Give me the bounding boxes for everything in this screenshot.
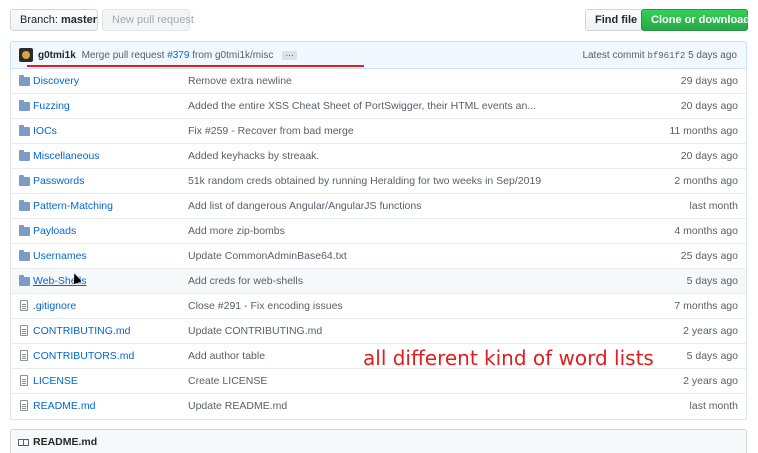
file-name-link[interactable]: CONTRIBUTING.md xyxy=(33,325,130,337)
commit-age: 5 days ago xyxy=(686,350,738,362)
commit-age: 2 years ago xyxy=(683,375,738,387)
commit-message-link[interactable]: 51k random creds obtained by running Her… xyxy=(188,175,541,187)
latest-commit-label: Latest commit xyxy=(582,50,645,61)
table-row[interactable]: CONTRIBUTING.md Update CONTRIBUTING.md 2 y… xyxy=(11,319,746,344)
file-icon xyxy=(20,400,28,411)
commit-message-link[interactable]: Create LICENSE xyxy=(188,375,267,387)
commit-age: 29 days ago xyxy=(680,75,738,87)
expand-commit-message-button[interactable]: … xyxy=(282,48,298,60)
clone-label: Clone or download xyxy=(651,14,750,26)
table-row[interactable]: Discovery Remove extra newline 29 days ago xyxy=(11,69,746,94)
commit-message-suffix: from g0tmi1k/misc xyxy=(192,50,274,61)
commit-age: 25 days ago xyxy=(680,250,738,262)
file-icon xyxy=(20,350,28,361)
book-icon xyxy=(18,439,29,446)
commit-message-link[interactable]: Added keyhacks by streaak. xyxy=(188,150,319,162)
avatar[interactable] xyxy=(19,48,33,62)
commit-message-link[interactable]: Fix #259 - Recover from bad merge xyxy=(188,125,354,137)
commit-age: 11 months ago xyxy=(669,125,738,137)
folder-icon xyxy=(19,100,30,111)
table-row[interactable]: README.md Update README.md last month xyxy=(11,394,746,419)
table-row[interactable]: Payloads Add more zip-bombs 4 months ago xyxy=(11,219,746,244)
annotation-underline xyxy=(27,65,364,67)
commit-age: 2 years ago xyxy=(683,325,738,337)
readme-header: README.md xyxy=(10,429,747,453)
readme-title: README.md xyxy=(33,436,98,448)
commit-message-link[interactable]: Update CommonAdminBase64.txt xyxy=(188,250,347,262)
file-name-link[interactable]: Payloads xyxy=(33,225,76,237)
commit-message-prefix: Merge pull request xyxy=(81,50,165,61)
latest-commit-info: Latest commit bf961f2 5 days ago xyxy=(582,50,737,61)
clone-or-download-button[interactable]: Clone or download ▾ xyxy=(641,9,758,31)
table-row[interactable]: Pattern-Matching Add list of dangerous An… xyxy=(11,194,746,219)
file-icon xyxy=(20,300,28,311)
commit-age: 20 days ago xyxy=(680,150,738,162)
commit-age: 2 months ago xyxy=(674,175,738,187)
file-name-link[interactable]: .gitignore xyxy=(33,300,76,312)
table-row[interactable]: LICENSE Create LICENSE 2 years ago xyxy=(11,369,746,394)
commit-summary: g0tmi1k Merge pull request #379 from g0t… xyxy=(38,48,298,61)
table-row[interactable]: Passwords 51k random creds obtained by ru… xyxy=(11,169,746,194)
commit-message-link[interactable]: Add author table xyxy=(188,350,265,362)
commit-age: 5 days ago xyxy=(688,50,737,61)
file-name-link[interactable]: Usernames xyxy=(33,250,87,262)
file-name-link[interactable]: Discovery xyxy=(33,75,79,87)
new-pull-request-button[interactable]: New pull request xyxy=(102,9,194,31)
table-row[interactable]: Web-Shells Add creds for web-shells 5 days… xyxy=(11,269,746,294)
folder-icon xyxy=(19,75,30,86)
folder-icon xyxy=(19,275,30,286)
folder-icon xyxy=(19,225,30,236)
commit-message-link[interactable]: Remove extra newline xyxy=(188,75,292,87)
table-row[interactable]: Miscellaneous Added keyhacks by streaak. 2… xyxy=(11,144,746,169)
find-file-button[interactable]: Find file xyxy=(585,9,643,31)
file-name-link[interactable]: IOCs xyxy=(33,125,57,137)
commit-message-link[interactable]: Update CONTRIBUTING.md xyxy=(188,325,322,337)
commit-message-link[interactable]: Add list of dangerous Angular/AngularJS … xyxy=(188,200,421,212)
branch-selector-button[interactable]: Branch: master ▾ xyxy=(10,9,107,31)
file-name-link[interactable]: Pattern-Matching xyxy=(33,200,113,212)
file-name-link[interactable]: Miscellaneous xyxy=(33,150,100,162)
commit-sha-link[interactable]: bf961f2 xyxy=(647,51,685,61)
repo-toolbar: Branch: master ▾ New pull request Find f… xyxy=(10,9,758,33)
commit-message-link[interactable]: Added the entire XSS Cheat Sheet of Port… xyxy=(188,100,536,112)
commit-age: 4 months ago xyxy=(674,225,738,237)
commit-message-link[interactable]: Add more zip-bombs xyxy=(188,225,285,237)
commit-age: 20 days ago xyxy=(680,100,738,112)
table-row[interactable]: IOCs Fix #259 - Recover from bad merge 11 … xyxy=(11,119,746,144)
commit-author-link[interactable]: g0tmi1k xyxy=(38,50,76,61)
commit-age: last month xyxy=(689,200,738,212)
file-name-link[interactable]: CONTRIBUTORS.md xyxy=(33,350,134,362)
file-icon xyxy=(20,375,28,386)
branch-prefix-label: Branch: xyxy=(20,14,58,26)
table-row[interactable]: Usernames Update CommonAdminBase64.txt 25 … xyxy=(11,244,746,269)
file-name-link[interactable]: README.md xyxy=(33,400,95,412)
table-row[interactable]: Fuzzing Added the entire XSS Cheat Sheet … xyxy=(11,94,746,119)
commit-age: last month xyxy=(689,400,738,412)
commit-age: 5 days ago xyxy=(686,275,738,287)
file-icon xyxy=(20,325,28,336)
commit-message-link[interactable]: Add creds for web-shells xyxy=(188,275,303,287)
table-row[interactable]: .gitignore Close #291 - Fix encoding issu… xyxy=(11,294,746,319)
folder-icon xyxy=(19,175,30,186)
branch-name-label: master xyxy=(60,14,98,26)
commit-age: 7 months ago xyxy=(674,300,738,312)
folder-icon xyxy=(19,150,30,161)
folder-icon xyxy=(19,250,30,261)
commit-message-link[interactable]: Close #291 - Fix encoding issues xyxy=(188,300,343,312)
folder-icon xyxy=(19,125,30,136)
annotation-text: all different kind of word lists xyxy=(363,346,654,370)
pull-request-link[interactable]: #379 xyxy=(167,50,189,61)
file-name-link[interactable]: LICENSE xyxy=(33,375,78,387)
file-name-link[interactable]: Fuzzing xyxy=(33,100,70,112)
folder-icon xyxy=(19,200,30,211)
repository-file-browser: Branch: master ▾ New pull request Find f… xyxy=(0,0,758,453)
file-name-link[interactable]: Passwords xyxy=(33,175,84,187)
commit-message-link[interactable]: Update README.md xyxy=(188,400,287,412)
